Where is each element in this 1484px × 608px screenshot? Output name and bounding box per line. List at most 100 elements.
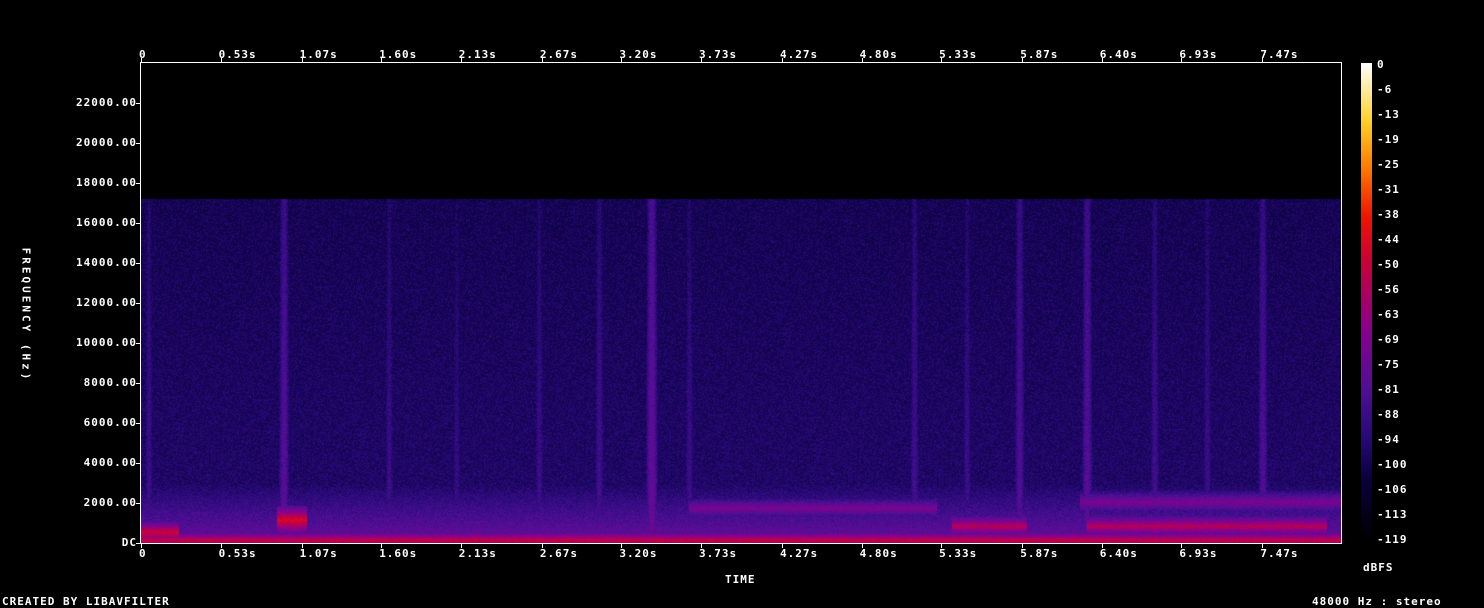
x-tick-mark-bottom [460,544,462,548]
x-tick-mark-top [861,58,863,62]
x-tick-label-bottom: 5.33s [939,547,978,560]
x-tick-mark-top [941,58,943,62]
x-tick-mark-bottom [941,544,943,548]
colorbar-tick-label: -75 [1377,358,1400,371]
colorbar-tick-label: -44 [1377,233,1400,246]
colorbar-tick-label: -13 [1377,108,1400,121]
colorbar-tick-label: -38 [1377,208,1400,221]
x-tick-mark-top [301,58,303,62]
colorbar-tick-label: -119 [1377,533,1408,546]
colorbar-tick-label: -50 [1377,258,1400,271]
x-tick-mark-bottom [541,544,543,548]
y-tick-mark [136,303,140,304]
x-tick-label-top: 4.27s [780,48,819,61]
x-tick-label-bottom: 5.87s [1020,547,1059,560]
y-tick-label: 4000.00 [83,456,137,469]
y-tick-label: 2000.00 [83,496,137,509]
y-tick-mark [136,183,140,184]
y-tick-mark [136,263,140,264]
y-tick-mark [136,343,140,344]
x-tick-mark-top [460,58,462,62]
x-tick-mark-top [1101,58,1103,62]
y-tick-mark [136,463,140,464]
x-axis-label: TIME [725,573,756,586]
colorbar-tick-label: -106 [1377,483,1408,496]
y-axis-label: FREQUENCY (Hz) [19,247,33,383]
colorbar-tick-label: -31 [1377,183,1400,196]
y-tick-label: DC [121,536,137,549]
x-tick-label-top: 6.40s [1099,48,1138,61]
x-tick-label-bottom: 6.40s [1099,547,1138,560]
footer-sample-rate: 48000 Hz : stereo [1312,595,1442,608]
colorbar-tick-label: -94 [1377,433,1400,446]
x-tick-label-top: 5.87s [1020,48,1059,61]
y-tick-mark [136,423,140,424]
x-tick-label-bottom: 1.60s [379,547,418,560]
x-tick-mark-bottom [1181,544,1183,548]
x-tick-mark-bottom [782,544,784,548]
x-tick-mark-bottom [1101,544,1103,548]
y-tick-mark [136,103,140,104]
y-tick-label: 18000.00 [76,176,137,189]
y-tick-mark [136,223,140,224]
x-tick-label-top: 0.53s [218,48,257,61]
x-tick-label-top: 4.80s [859,48,898,61]
colorbar-label: dBFS [1363,561,1394,574]
x-tick-mark-bottom [861,544,863,548]
x-tick-mark-top [782,58,784,62]
x-tick-label-top: 2.67s [539,48,578,61]
colorbar-tick-label: -113 [1377,508,1408,521]
x-tick-mark-bottom [621,544,623,548]
x-tick-mark-top [1262,58,1264,62]
colorbar-tick-label: -81 [1377,383,1400,396]
x-tick-mark-bottom [220,544,222,548]
colorbar-tick-label: -19 [1377,133,1400,146]
x-tick-mark-top [220,58,222,62]
y-tick-mark [136,143,140,144]
x-tick-label-bottom: 3.73s [698,547,738,560]
y-tick-label: 6000.00 [83,416,137,429]
y-tick-mark [136,543,140,544]
y-tick-label: 20000.00 [76,136,137,149]
x-tick-label-top: 6.93s [1179,48,1218,61]
colorbar-tick-label: -69 [1377,333,1400,346]
x-tick-mark-top [621,58,623,62]
x-tick-label-top: 1.60s [379,48,418,61]
x-tick-mark-bottom [381,544,383,548]
x-tick-mark-top [141,58,142,62]
colorbar-tick-label: -6 [1377,83,1393,96]
x-tick-mark-top [1022,58,1024,62]
x-tick-label-bottom: 3.20s [619,547,658,560]
x-tick-label-bottom: 0.53s [218,547,257,560]
x-tick-label-bottom: 6.93s [1179,547,1218,560]
x-tick-label-top: 3.20s [619,48,658,61]
colorbar-tick-label: -56 [1377,283,1400,296]
colorbar [1361,63,1372,543]
colorbar-tick-label: -88 [1377,408,1400,421]
x-tick-mark-bottom [1262,544,1264,548]
x-tick-label-bottom: 0 [139,547,147,560]
spectrogram-plot [141,62,1342,544]
colorbar-tick-label: -25 [1377,158,1400,171]
x-tick-mark-top [381,58,383,62]
colorbar-tick-label: -100 [1377,458,1408,471]
x-tick-label-bottom: 2.13s [458,547,497,560]
y-tick-label: 22000.00 [76,96,137,109]
x-tick-mark-top [700,58,702,62]
x-tick-label-top: 5.33s [939,48,978,61]
x-tick-label-bottom: 2.67s [539,547,578,560]
footer-created-by: CREATED BY LIBAVFILTER [2,595,170,608]
x-tick-label-top: 7.47s [1260,48,1299,61]
x-tick-label-bottom: 1.07s [299,547,338,560]
x-tick-mark-bottom [1022,544,1024,548]
x-tick-mark-bottom [141,544,142,548]
x-tick-mark-top [541,58,543,62]
y-tick-mark [136,503,140,504]
y-tick-mark [136,383,140,384]
x-tick-label-top: 1.07s [299,48,338,61]
y-tick-label: 16000.00 [76,216,137,229]
x-tick-label-top: 3.73s [698,48,738,61]
x-tick-mark-bottom [700,544,702,548]
x-tick-label-bottom: 4.27s [780,547,819,560]
colorbar-tick-label: -63 [1377,308,1400,321]
